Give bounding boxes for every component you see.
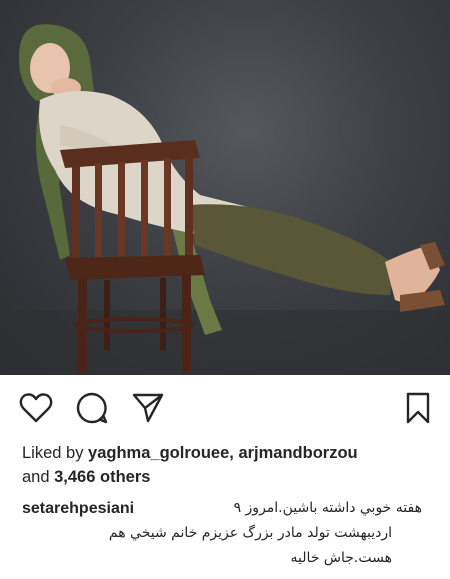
likes-and: and	[22, 468, 55, 486]
caption-username-link[interactable]: setarehpesiani	[22, 496, 134, 521]
bookmark-outline-icon[interactable]	[398, 388, 438, 428]
likes-line-1: Liked by yaghma_golrouee, arjmandborzou	[22, 441, 442, 465]
liker-username-link[interactable]: arjmandborzou	[238, 444, 357, 462]
caption-line-1: setarehpesiani هفته خوبي داشته باشين.امر…	[22, 496, 422, 521]
likes-summary: Liked by yaghma_golrouee, arjmandborzou …	[22, 441, 442, 489]
caption-text-line-3: هست.جاش خاليه	[290, 550, 392, 566]
likes-prefix: Liked by	[22, 444, 89, 462]
post-caption: setarehpesiani هفته خوبي داشته باشين.امر…	[22, 496, 422, 571]
paper-plane-icon[interactable]	[128, 388, 168, 428]
likes-count-link[interactable]: 3,466 others	[54, 468, 150, 486]
caption-text-line-1: هفته خوبي داشته باشين.امروز ٩	[233, 500, 422, 516]
caption-text-line-2: ارديبهشت تولد مادر بزرگ عزيزم خانم شيخي …	[108, 525, 392, 541]
post-photo-illustration	[0, 24, 450, 375]
heart-outline-icon[interactable]	[16, 388, 56, 428]
post-action-bar	[0, 388, 450, 430]
post-photo[interactable]	[0, 0, 450, 375]
comment-bubble-icon[interactable]	[72, 388, 112, 428]
likes-line-2: and 3,466 others	[22, 465, 442, 489]
liker-username-link[interactable]: yaghma_golrouee	[88, 444, 229, 462]
